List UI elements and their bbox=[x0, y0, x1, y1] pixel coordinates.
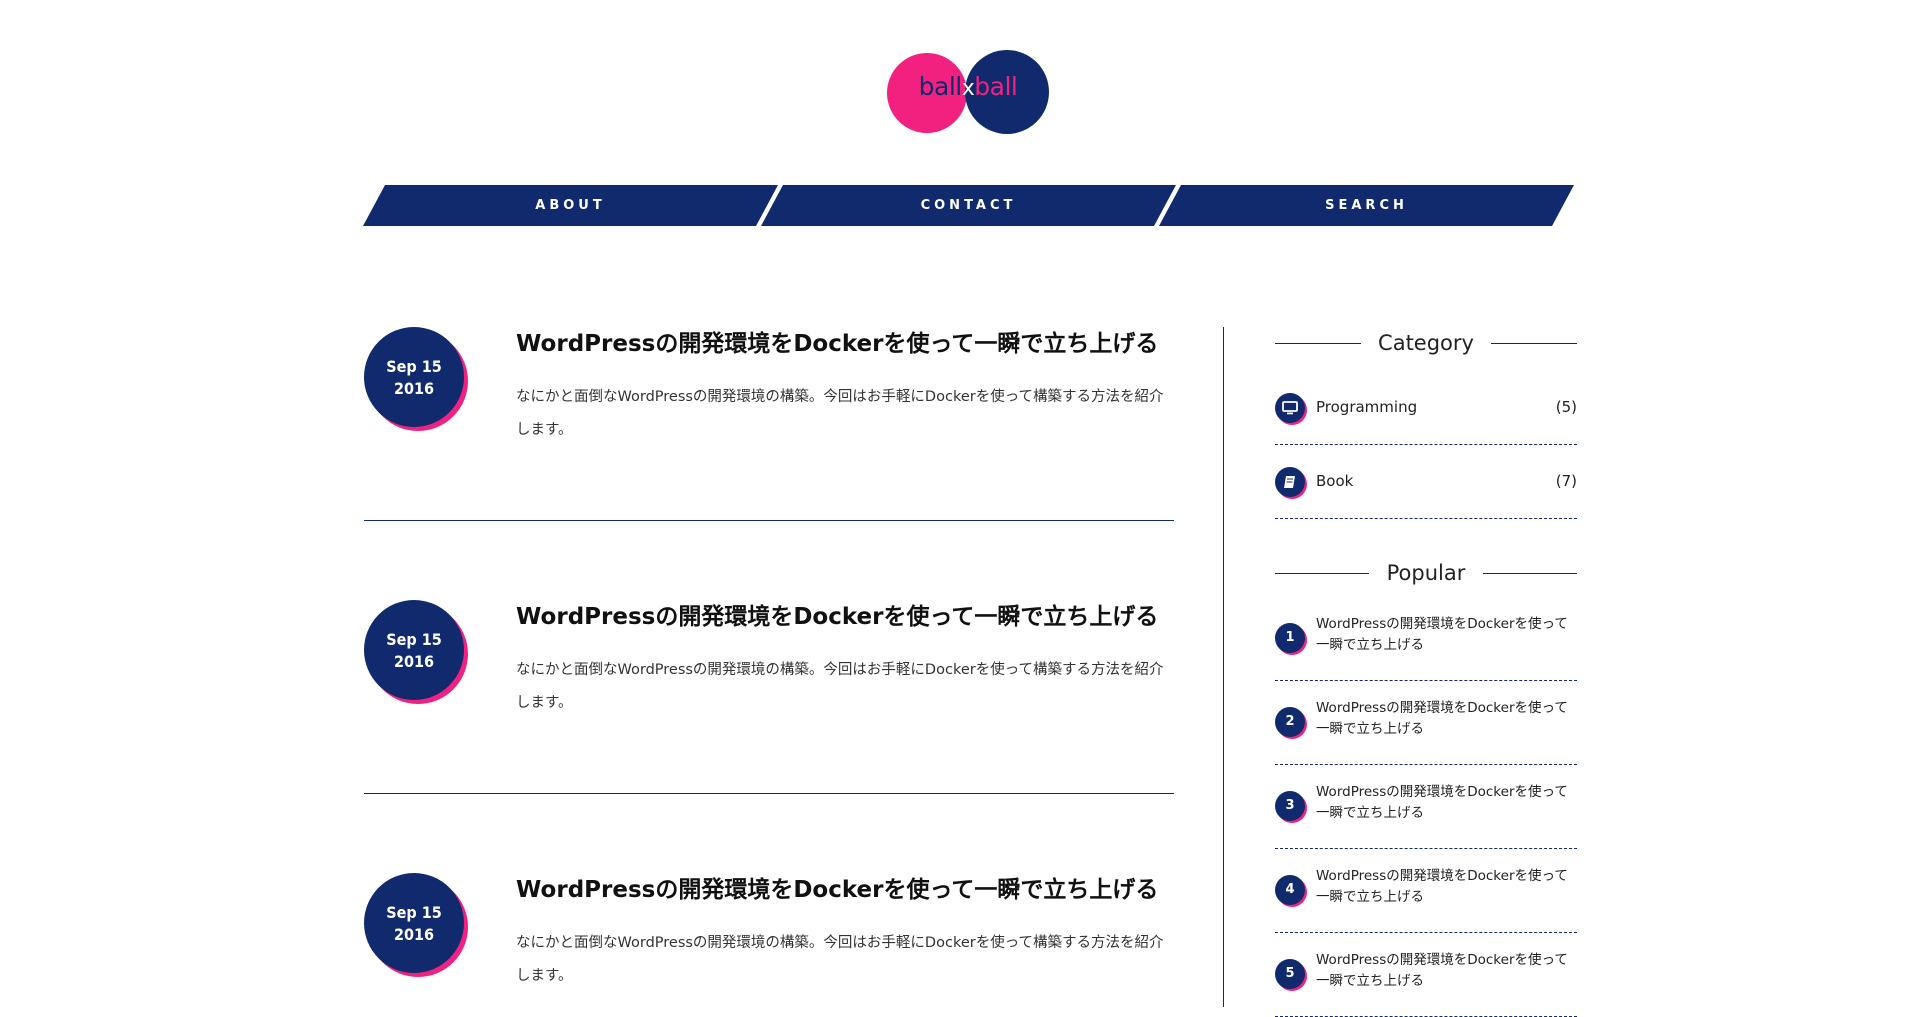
date-month-day: Sep 15 bbox=[386, 903, 442, 922]
rank-badge: 3 bbox=[1275, 791, 1307, 823]
popular-item[interactable]: 2 WordPressの開発環境をDockerを使って一瞬で立ち上げる bbox=[1275, 681, 1577, 765]
category-item-book[interactable]: Book (7) bbox=[1275, 445, 1577, 519]
title-rule-left bbox=[1275, 573, 1369, 574]
popular-item[interactable]: 4 WordPressの開発環境をDockerを使って一瞬で立ち上げる bbox=[1275, 849, 1577, 933]
popular-item[interactable]: 1 WordPressの開発環境をDockerを使って一瞬で立ち上げる bbox=[1275, 597, 1577, 681]
popular-item-title: WordPressの開発環境をDockerを使って一瞬で立ち上げる bbox=[1316, 868, 1568, 905]
nav-search[interactable]: SEARCH bbox=[1159, 185, 1574, 226]
date-year: 2016 bbox=[393, 925, 435, 944]
post-divider bbox=[364, 520, 1174, 521]
rank-badge: 1 bbox=[1275, 623, 1307, 655]
monitor-icon bbox=[1275, 393, 1307, 425]
title-rule-right bbox=[1483, 573, 1577, 574]
rank-badge: 4 bbox=[1275, 875, 1307, 907]
post-excerpt: なにかと面倒なWordPressの開発環境の構築。今回はお手軽にDockerを使… bbox=[516, 662, 1164, 711]
logo-text-part1: ball bbox=[918, 72, 963, 101]
category-list: Programming (5) Book (7) bbox=[1275, 371, 1577, 519]
popular-widget-title: Popular bbox=[1275, 555, 1577, 591]
popular-list: 1 WordPressの開発環境をDockerを使って一瞬で立ち上げる 2 Wo… bbox=[1275, 597, 1577, 1017]
rank-number: 3 bbox=[1275, 791, 1305, 821]
date-year: 2016 bbox=[393, 379, 435, 398]
rank-number: 4 bbox=[1275, 875, 1305, 905]
category-label: Programming bbox=[1316, 398, 1418, 416]
popular-item-title: WordPressの開発環境をDockerを使って一瞬で立ち上げる bbox=[1316, 784, 1568, 821]
post-title-link[interactable]: WordPressの開発環境をDockerを使って一瞬で立ち上げる bbox=[516, 327, 1176, 361]
category-widget-title: Category bbox=[1275, 325, 1577, 361]
logo-text-separator: x bbox=[961, 76, 975, 101]
date-badge: Sep 15 2016 bbox=[364, 873, 469, 978]
category-item-programming[interactable]: Programming (5) bbox=[1275, 371, 1577, 445]
logo-text: ballxball bbox=[887, 72, 1049, 101]
date-month-day: Sep 15 bbox=[386, 357, 442, 376]
popular-widget: Popular 1 WordPressの開発環境をDockerを使って一瞬で立ち… bbox=[1275, 555, 1577, 1017]
popular-heading: Popular bbox=[1386, 561, 1466, 585]
rank-number: 1 bbox=[1275, 623, 1305, 653]
rank-number: 5 bbox=[1275, 959, 1305, 989]
popular-item-title: WordPressの開発環境をDockerを使って一瞬で立ち上げる bbox=[1316, 700, 1568, 737]
content-sidebar-separator bbox=[1223, 327, 1224, 1007]
post-title-link[interactable]: WordPressの開発環境をDockerを使って一瞬で立ち上げる bbox=[516, 600, 1176, 634]
logo-text-part2: ball bbox=[974, 72, 1018, 101]
popular-item-title: WordPressの開発環境をDockerを使って一瞬で立ち上げる bbox=[1316, 616, 1568, 653]
rank-number: 2 bbox=[1275, 707, 1305, 737]
date-month-day: Sep 15 bbox=[386, 630, 442, 649]
rank-badge: 2 bbox=[1275, 707, 1307, 739]
nav-about[interactable]: ABOUT bbox=[363, 185, 778, 226]
date-badge: Sep 15 2016 bbox=[364, 600, 469, 705]
date-badge-circle bbox=[364, 327, 464, 427]
popular-item[interactable]: 3 WordPressの開発環境をDockerを使って一瞬で立ち上げる bbox=[1275, 765, 1577, 849]
category-count: (5) bbox=[1555, 398, 1577, 416]
post-excerpt: なにかと面倒なWordPressの開発環境の構築。今回はお手軽にDockerを使… bbox=[516, 935, 1164, 984]
date-badge-circle bbox=[364, 873, 464, 973]
nav-contact[interactable]: CONTACT bbox=[761, 185, 1176, 226]
date-badge-circle bbox=[364, 600, 464, 700]
post-divider bbox=[364, 793, 1174, 794]
title-rule-right bbox=[1491, 343, 1577, 344]
category-heading: Category bbox=[1378, 331, 1474, 355]
site-logo[interactable]: ballxball bbox=[887, 50, 1049, 134]
title-rule-left bbox=[1275, 343, 1361, 344]
popular-item[interactable]: 5 WordPressの開発環境をDockerを使って一瞬で立ち上げる bbox=[1275, 933, 1577, 1017]
popular-item-title: WordPressの開発環境をDockerを使って一瞬で立ち上げる bbox=[1316, 952, 1568, 989]
post-excerpt: なにかと面倒なWordPressの開発環境の構築。今回はお手軽にDockerを使… bbox=[516, 389, 1164, 438]
book-icon bbox=[1275, 467, 1307, 499]
post-title-link[interactable]: WordPressの開発環境をDockerを使って一瞬で立ち上げる bbox=[516, 873, 1176, 907]
category-count: (7) bbox=[1555, 472, 1577, 490]
main-nav: ABOUT CONTACT SEARCH bbox=[363, 185, 1573, 226]
sidebar: Category Programming (5) Book (7) Popula… bbox=[1275, 325, 1577, 1017]
category-label: Book bbox=[1316, 472, 1354, 490]
rank-badge: 5 bbox=[1275, 959, 1307, 991]
date-year: 2016 bbox=[393, 652, 435, 671]
date-badge: Sep 15 2016 bbox=[364, 327, 469, 432]
